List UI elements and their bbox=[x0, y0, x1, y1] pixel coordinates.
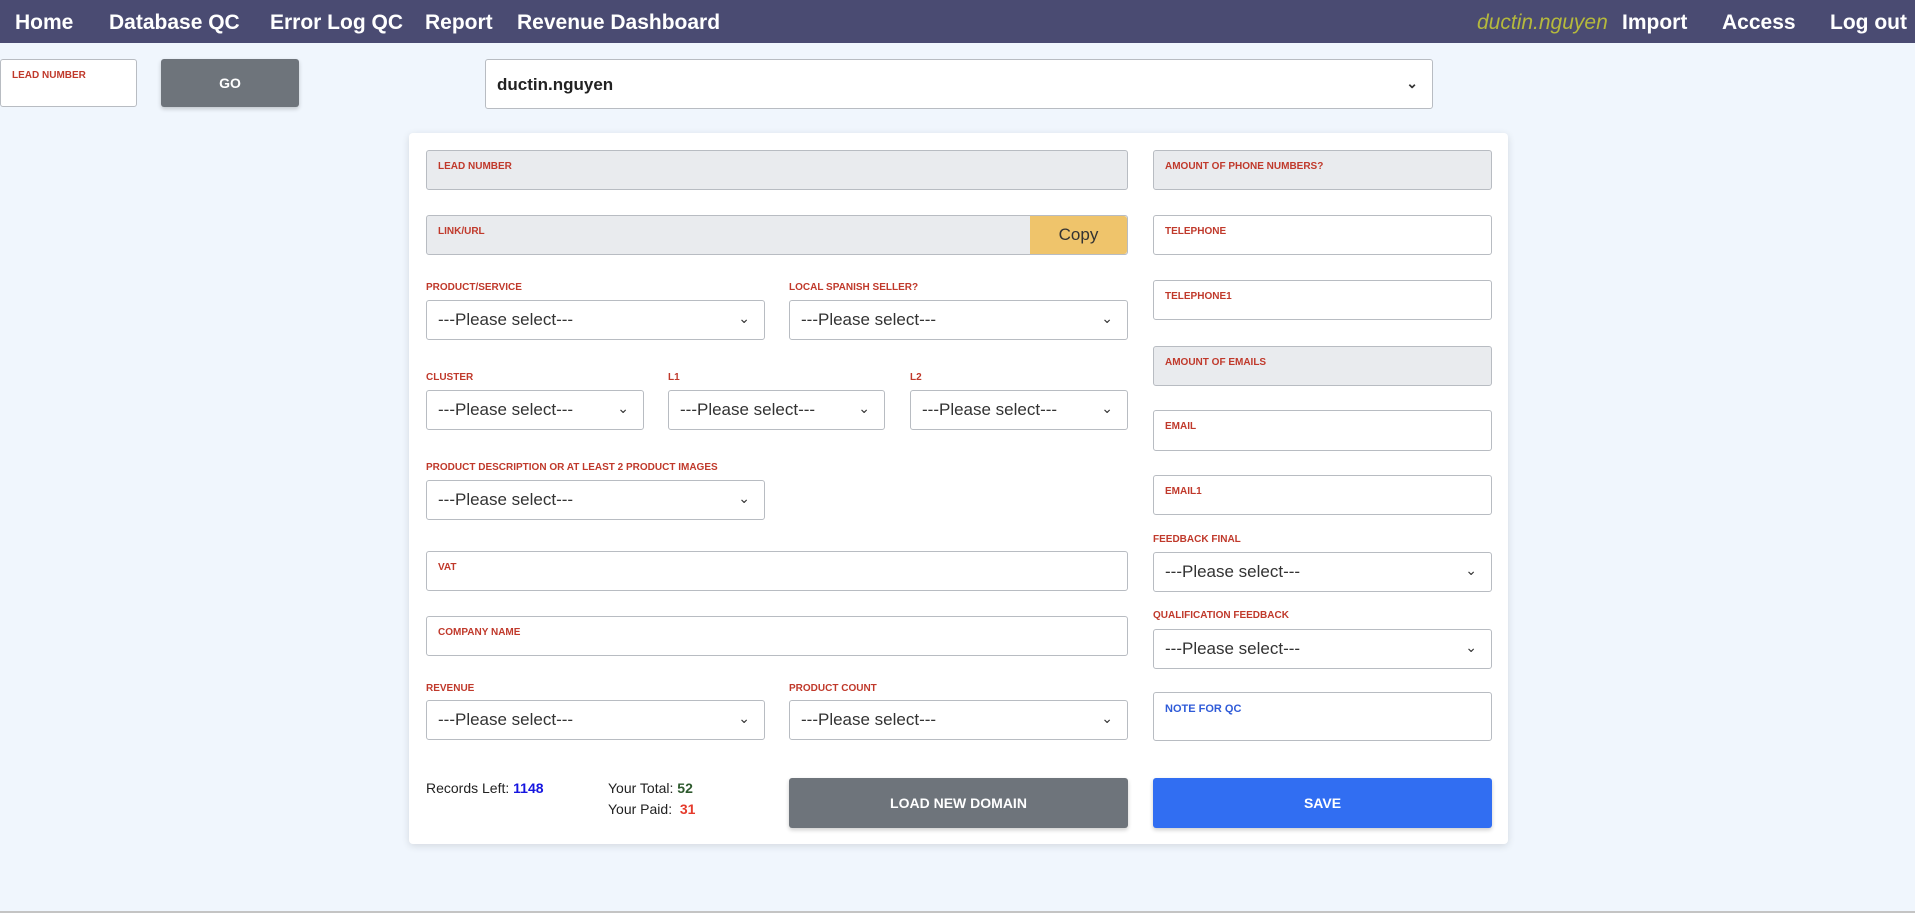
field-label: TELEPHONE bbox=[1165, 226, 1227, 237]
select-value: ---Please select--- bbox=[801, 710, 937, 729]
your-paid: Your Paid: 31 bbox=[608, 801, 695, 817]
field-label: PRODUCT COUNT bbox=[789, 683, 877, 694]
company-name-field[interactable]: COMPANY NAME bbox=[426, 616, 1128, 656]
feedback-final-select[interactable]: ---Please select--- ⌄ bbox=[1153, 552, 1492, 592]
nav-import[interactable]: Import bbox=[1622, 11, 1687, 35]
field-label: AMOUNT OF EMAILS bbox=[1165, 357, 1267, 368]
chevron-down-icon: ⌄ bbox=[1406, 75, 1418, 91]
your-total: Your Total: 52 bbox=[608, 780, 693, 796]
field-label: REVENUE bbox=[426, 683, 475, 694]
field-label: QUALIFICATION FEEDBACK bbox=[1153, 610, 1289, 621]
field-label: PRODUCT DESCRIPTION OR AT LEAST 2 PRODUC… bbox=[426, 462, 718, 473]
chevron-down-icon: ⌄ bbox=[1101, 710, 1113, 726]
chevron-down-icon: ⌄ bbox=[858, 400, 870, 416]
top-nav: Home Database QC Error Log QC Report Rev… bbox=[0, 0, 1915, 43]
chevron-down-icon: ⌄ bbox=[738, 490, 750, 506]
nav-access[interactable]: Access bbox=[1722, 11, 1796, 35]
lead-number-search-input[interactable]: LEAD NUMBER bbox=[0, 59, 137, 107]
field-label: FEEDBACK FINAL bbox=[1153, 534, 1241, 545]
lead-number-field[interactable]: LEAD NUMBER bbox=[426, 150, 1128, 190]
field-label: LEAD NUMBER bbox=[12, 70, 86, 81]
telephone-field[interactable]: TELEPHONE bbox=[1153, 215, 1492, 255]
product-service-select[interactable]: ---Please select--- ⌄ bbox=[426, 300, 765, 340]
l1-select[interactable]: ---Please select--- ⌄ bbox=[668, 390, 885, 430]
save-button[interactable]: SAVE bbox=[1153, 778, 1492, 828]
qualification-feedback-select[interactable]: ---Please select--- ⌄ bbox=[1153, 629, 1492, 669]
records-left-label: Records Left: bbox=[426, 780, 510, 796]
select-value: ---Please select--- bbox=[922, 400, 1058, 419]
select-value: ---Please select--- bbox=[680, 400, 816, 419]
amount-phone-numbers-field[interactable]: AMOUNT OF PHONE NUMBERS? bbox=[1153, 150, 1492, 190]
field-label: PRODUCT/SERVICE bbox=[426, 282, 522, 293]
product-count-select[interactable]: ---Please select--- ⌄ bbox=[789, 700, 1128, 740]
note-for-qc-field[interactable]: NOTE FOR QC bbox=[1153, 692, 1492, 741]
chevron-down-icon: ⌄ bbox=[1101, 310, 1113, 326]
field-label: EMAIL1 bbox=[1165, 486, 1202, 497]
records-left: Records Left: 1148 bbox=[426, 780, 544, 796]
chevron-down-icon: ⌄ bbox=[738, 310, 750, 326]
user-select[interactable]: ductin.nguyen ⌄ bbox=[485, 59, 1433, 109]
field-label: NOTE FOR QC bbox=[1165, 703, 1242, 715]
field-label: L2 bbox=[910, 372, 922, 383]
paid-value: 31 bbox=[679, 801, 696, 817]
local-spanish-seller-select[interactable]: ---Please select--- ⌄ bbox=[789, 300, 1128, 340]
field-label: LOCAL SPANISH SELLER? bbox=[789, 282, 919, 293]
nav-report[interactable]: Report bbox=[425, 11, 493, 35]
copy-button[interactable]: Copy bbox=[1030, 216, 1127, 254]
nav-home[interactable]: Home bbox=[15, 11, 73, 35]
field-label: CLUSTER bbox=[426, 372, 474, 383]
chevron-down-icon: ⌄ bbox=[1465, 639, 1477, 655]
paid-label: Your Paid: bbox=[608, 801, 673, 817]
cluster-select[interactable]: ---Please select--- ⌄ bbox=[426, 390, 644, 430]
email1-field[interactable]: EMAIL1 bbox=[1153, 475, 1492, 515]
nav-username: ductin.nguyen bbox=[1477, 11, 1608, 34]
link-url-field[interactable]: LINK/URL bbox=[426, 215, 1128, 255]
nav-database-qc[interactable]: Database QC bbox=[109, 11, 240, 35]
field-label: LINK/URL bbox=[438, 226, 485, 237]
field-label: VAT bbox=[438, 562, 457, 573]
total-label: Your Total: bbox=[608, 780, 674, 796]
field-label: AMOUNT OF PHONE NUMBERS? bbox=[1165, 161, 1324, 172]
chevron-down-icon: ⌄ bbox=[617, 400, 629, 416]
field-label: EMAIL bbox=[1165, 421, 1197, 432]
l2-select[interactable]: ---Please select--- ⌄ bbox=[910, 390, 1128, 430]
chevron-down-icon: ⌄ bbox=[1101, 400, 1113, 416]
select-value: ---Please select--- bbox=[438, 400, 574, 419]
field-label: TELEPHONE1 bbox=[1165, 291, 1232, 302]
select-value: ---Please select--- bbox=[801, 310, 937, 329]
product-description-select[interactable]: ---Please select--- ⌄ bbox=[426, 480, 765, 520]
email-field[interactable]: EMAIL bbox=[1153, 410, 1492, 451]
amount-emails-field[interactable]: AMOUNT OF EMAILS bbox=[1153, 346, 1492, 386]
total-value: 52 bbox=[677, 780, 693, 796]
select-value: ---Please select--- bbox=[1165, 639, 1301, 658]
select-value: ---Please select--- bbox=[1165, 562, 1301, 581]
field-label: LEAD NUMBER bbox=[438, 161, 512, 172]
records-left-value: 1148 bbox=[513, 780, 544, 796]
user-select-value: ductin.nguyen bbox=[497, 75, 614, 94]
select-value: ---Please select--- bbox=[438, 310, 574, 329]
telephone1-field[interactable]: TELEPHONE1 bbox=[1153, 280, 1492, 320]
vat-field[interactable]: VAT bbox=[426, 551, 1128, 591]
field-label: COMPANY NAME bbox=[438, 627, 521, 638]
nav-error-log-qc[interactable]: Error Log QC bbox=[270, 11, 403, 35]
select-value: ---Please select--- bbox=[438, 710, 574, 729]
load-new-domain-button[interactable]: LOAD NEW DOMAIN bbox=[789, 778, 1128, 828]
select-value: ---Please select--- bbox=[438, 490, 574, 509]
chevron-down-icon: ⌄ bbox=[738, 710, 750, 726]
chevron-down-icon: ⌄ bbox=[1465, 562, 1477, 578]
nav-revenue-dashboard[interactable]: Revenue Dashboard bbox=[517, 11, 720, 35]
go-button[interactable]: GO bbox=[161, 59, 299, 107]
nav-logout[interactable]: Log out bbox=[1830, 11, 1907, 35]
revenue-select[interactable]: ---Please select--- ⌄ bbox=[426, 700, 765, 740]
field-label: L1 bbox=[668, 372, 680, 383]
